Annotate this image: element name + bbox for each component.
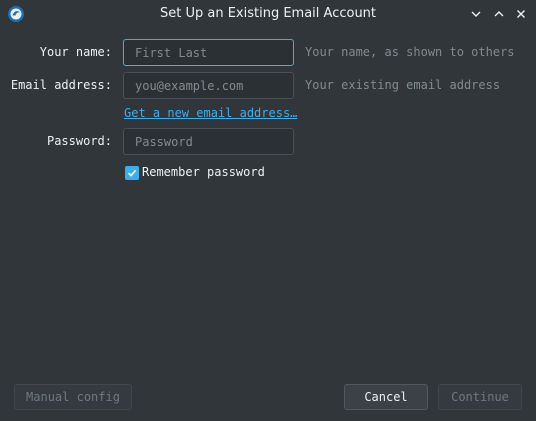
cancel-button[interactable]: Cancel (344, 384, 428, 410)
get-new-email-link[interactable]: Get a new email address… (124, 106, 297, 120)
name-hint: Your name, as shown to others (305, 45, 515, 59)
window-title: Set Up an Existing Email Account (159, 6, 377, 21)
title-bar[interactable]: Set Up an Existing Email Account (0, 0, 536, 30)
email-input[interactable] (123, 72, 294, 99)
name-label: Your name: (39, 45, 112, 59)
password-label: Password: (46, 134, 112, 148)
close-icon[interactable] (514, 7, 528, 21)
email-label: Email address: (10, 78, 112, 92)
remember-password-label: Remember password (142, 165, 265, 179)
continue-button[interactable]: Continue (438, 384, 522, 410)
remember-password-checkbox[interactable] (125, 166, 139, 180)
manual-config-button[interactable]: Manual config (14, 384, 132, 410)
maximize-icon[interactable] (492, 7, 506, 21)
minimize-icon[interactable] (469, 7, 483, 21)
email-hint: Your existing email address (305, 78, 501, 92)
email-setup-dialog: Set Up an Existing Email Account Your na… (0, 0, 536, 421)
password-input[interactable] (123, 128, 294, 155)
name-input[interactable] (123, 39, 294, 66)
